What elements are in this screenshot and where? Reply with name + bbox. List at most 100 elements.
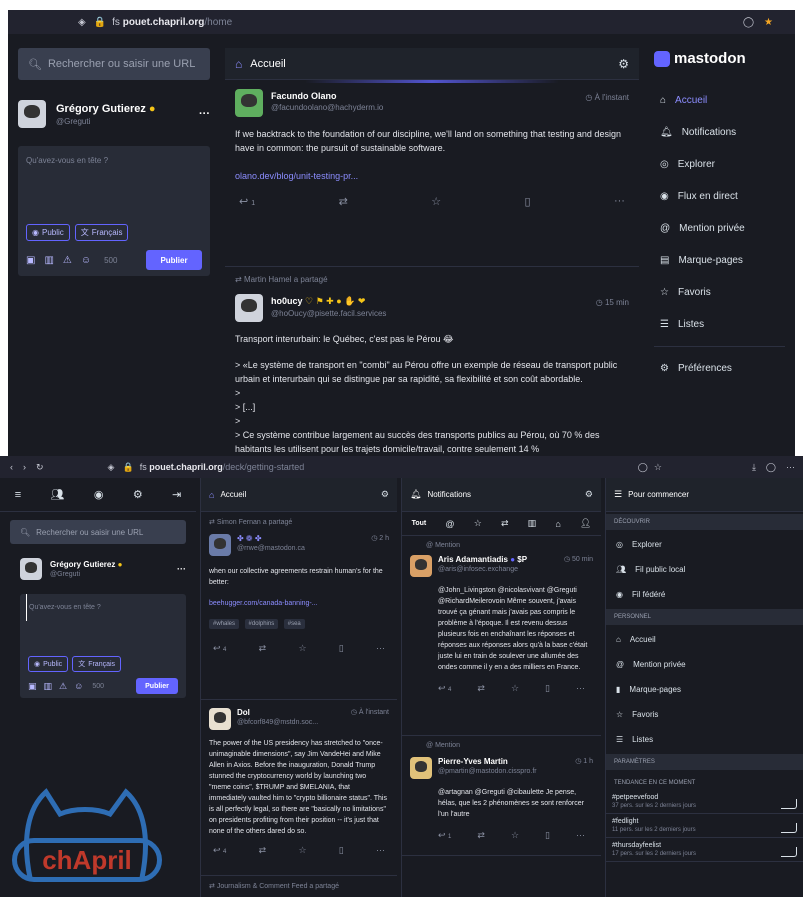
post-time[interactable]: ◷ 2 h xyxy=(371,534,389,556)
boost-icon[interactable]: ⇄ xyxy=(477,683,485,694)
filter-boosts-icon[interactable]: ⇄ xyxy=(501,518,509,529)
reply-icon[interactable]: ↩ 4 xyxy=(213,643,226,654)
poll-icon[interactable]: ▥ xyxy=(44,681,53,692)
avatar[interactable] xyxy=(20,558,42,580)
hashtag[interactable]: #sea xyxy=(283,619,305,629)
mastodon-logo[interactable]: mastodon xyxy=(654,50,795,67)
post-avatar[interactable] xyxy=(410,555,432,577)
boosted-by[interactable]: ⇄ Journalism & Comment Feed a partagé xyxy=(201,876,397,896)
reply-icon[interactable]: ↩ 1 xyxy=(438,830,451,841)
nav-private-mentions[interactable]: @ Mention privée xyxy=(616,660,793,669)
notification-mention[interactable]: @ Mention Aris Adamantiadis ● $P @aris@i… xyxy=(402,536,601,736)
poll-icon[interactable]: ▥ xyxy=(44,255,53,266)
shield-icon[interactable]: ◈ xyxy=(108,462,115,473)
users-icon[interactable]: 👥︎ xyxy=(50,488,64,501)
account-icon[interactable]: ◯ xyxy=(766,462,776,473)
publish-button[interactable]: Publier xyxy=(146,250,202,270)
bookmark-star-icon[interactable]: ★ xyxy=(764,17,773,28)
hashtag[interactable]: #dolphins xyxy=(244,619,279,629)
globe-icon[interactable]: ◉ xyxy=(94,488,104,501)
more-options-icon[interactable]: ··· xyxy=(177,564,186,574)
emoji-icon[interactable]: ☺ xyxy=(81,255,91,266)
nav-home[interactable]: ⌂ Accueil xyxy=(660,95,795,106)
nav-explore[interactable]: ◎ Explorer xyxy=(616,540,793,549)
menu-icon[interactable]: ≡ xyxy=(15,489,21,501)
post-avatar[interactable] xyxy=(410,757,432,779)
nav-bookmarks[interactable]: ▤ Marque-pages xyxy=(660,255,795,266)
shield-icon[interactable]: ◈ xyxy=(78,17,86,28)
search-input[interactable]: 🔍︎ Rechercher ou saisir une URL xyxy=(10,520,186,544)
emoji-icon[interactable]: ☺ xyxy=(74,681,83,691)
trend-item[interactable]: #thursdayfeelist 17 pers. sur les 2 derni… xyxy=(606,838,803,862)
filter-mentions-icon[interactable]: @ xyxy=(445,519,454,529)
filter-favourites-icon[interactable]: ☆ xyxy=(474,518,482,529)
gear-icon[interactable]: ⚙ xyxy=(133,488,143,501)
post-author[interactable]: ho0ucy ♡ ⚑ ✚ ● ✋ ❤ xyxy=(271,296,386,307)
post-author[interactable]: Aris Adamantiadis ● $P xyxy=(438,555,527,564)
nav-home[interactable]: ⌂ Accueil xyxy=(616,635,793,644)
visibility-button[interactable]: ◉ Public xyxy=(26,224,70,241)
favourite-icon[interactable]: ☆ xyxy=(431,195,441,208)
bookmark-icon[interactable]: ▯ xyxy=(339,845,344,856)
filter-polls-icon[interactable]: ▥ xyxy=(528,518,537,529)
post-author[interactable]: Facundo Olano xyxy=(271,91,383,101)
post-time[interactable]: ◷ À l'instant xyxy=(351,708,389,730)
search-input[interactable]: 🔍︎ Rechercher ou saisir une URL xyxy=(18,48,210,80)
trend-item[interactable]: #petpeevefood 37 pers. sur les 2 derniers… xyxy=(606,790,803,814)
boost-icon[interactable]: ⇄ xyxy=(339,195,348,208)
post-avatar[interactable] xyxy=(235,294,263,322)
status-post-boosted[interactable]: ⇄ Martin Hamel a partagé ho0ucy ♡ ⚑ ✚ ● … xyxy=(225,267,639,456)
trend-item[interactable]: #fedlight 11 pers. sur les 2 derniers jou… xyxy=(606,814,803,838)
more-options-icon[interactable]: ··· xyxy=(199,108,210,120)
reply-icon[interactable]: ↩ 1 xyxy=(239,195,255,208)
nav-lists[interactable]: ☰ Listes xyxy=(660,319,795,330)
post-avatar[interactable] xyxy=(209,708,231,730)
compose-textarea[interactable]: Qu'avez-vous en tête ? xyxy=(18,146,210,175)
column-settings-icon[interactable]: ⚙ xyxy=(381,489,389,500)
notification-mention[interactable]: @ Mention Pierre-Yves Martin @pmartin@ma… xyxy=(402,736,601,856)
boost-icon[interactable]: ⇄ xyxy=(477,830,485,841)
avatar[interactable] xyxy=(18,100,46,128)
extension-icon[interactable]: ◯ xyxy=(638,462,648,473)
nav-lists[interactable]: ☰ Listes xyxy=(616,735,793,744)
profile-card[interactable]: Grégory Gutierez ● @Greguti ··· xyxy=(18,100,210,128)
post-time[interactable]: ◷ À l'instant xyxy=(585,93,629,117)
boost-icon[interactable]: ⇄ xyxy=(259,845,267,856)
post-link[interactable]: olano.dev/blog/unit-testing-pr... xyxy=(235,171,629,181)
post-link[interactable]: beehugger.com/canada-banning-... xyxy=(209,600,389,607)
reply-icon[interactable]: ↩ 4 xyxy=(213,845,226,856)
language-button[interactable]: 文 Français xyxy=(74,224,129,241)
profile-card[interactable]: Grégory Gutierez ● @Greguti ··· xyxy=(20,558,186,580)
media-icon[interactable]: ▣ xyxy=(28,681,37,692)
forward-icon[interactable]: › xyxy=(23,462,26,472)
hashtag[interactable]: #whales xyxy=(209,619,240,629)
warning-icon[interactable]: ⚠ xyxy=(59,681,67,692)
nav-federated-timeline[interactable]: ◉ Fil fédéré xyxy=(616,590,793,599)
bookmark-icon[interactable]: ▯ xyxy=(545,830,550,841)
post-time[interactable]: ◷ 50 min xyxy=(564,555,593,577)
more-icon[interactable]: ··· xyxy=(376,845,385,856)
warning-icon[interactable]: ⚠ xyxy=(63,255,72,266)
status-post[interactable]: Dol @bfcorf849@mstdn.soc... ◷ À l'instan… xyxy=(201,700,397,876)
publish-button[interactable]: Publier xyxy=(136,678,178,694)
bottom-url[interactable]: fs pouet.chapril.org/deck/getting-starte… xyxy=(140,462,305,472)
back-icon[interactable]: ‹ xyxy=(10,462,13,472)
status-post-boosted[interactable]: ⇄ Simon Fernan a partagé ✤ ❁ ✤ @rrwe@mas… xyxy=(201,512,397,700)
status-post[interactable]: Facundo Olano @facundoolano@hachyderm.io… xyxy=(225,83,639,267)
media-icon[interactable]: ▣ xyxy=(26,255,35,266)
post-avatar[interactable] xyxy=(235,89,263,117)
post-time[interactable]: ◷ 1 h xyxy=(575,757,593,779)
boost-icon[interactable]: ⇄ xyxy=(259,643,267,654)
filter-posts-icon[interactable]: ⌂ xyxy=(555,519,560,529)
post-avatar[interactable] xyxy=(209,534,231,556)
favourite-icon[interactable]: ☆ xyxy=(298,643,306,654)
post-author[interactable]: Pierre-Yves Martin xyxy=(438,757,537,766)
compose-textarea[interactable]: Qu'avez-vous en tête ? xyxy=(26,594,186,621)
nav-favourites[interactable]: ☆ Favoris xyxy=(660,287,795,298)
nav-explore[interactable]: ◎ Explorer xyxy=(660,159,795,170)
favourite-icon[interactable]: ☆ xyxy=(298,845,306,856)
bookmark-star-icon[interactable]: ☆ xyxy=(654,462,662,473)
more-icon[interactable]: ··· xyxy=(614,195,625,208)
extension-icon[interactable]: ◯ xyxy=(743,17,754,28)
nav-preferences[interactable]: ⚙ Préférences xyxy=(654,363,795,374)
